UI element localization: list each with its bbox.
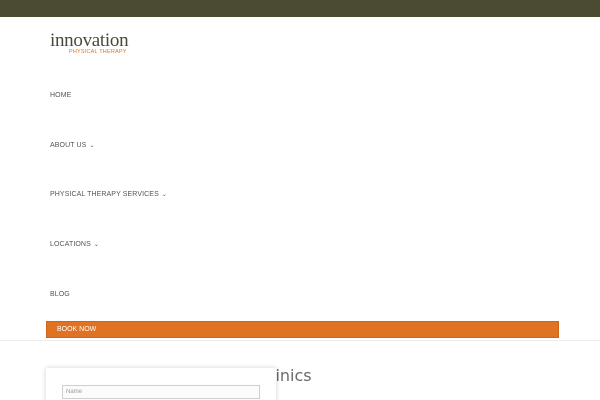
book-now-button[interactable]: BOOK NOW — [46, 321, 559, 338]
nav-item-locations[interactable]: LOCATIONS ⌄ — [50, 240, 99, 250]
nav-item-physical-therapy-services[interactable]: PHYSICAL THERAPY SERVICES ⌄ — [50, 190, 167, 200]
header-divider — [0, 340, 600, 341]
nav-item-home[interactable]: HOME — [50, 91, 71, 101]
name-field[interactable] — [62, 385, 260, 399]
page: innovation PHYSICAL THERAPY HOME ABOUT U… — [0, 0, 600, 400]
nav-item-label: LOCATIONS — [50, 241, 91, 248]
nav-item-label: HOME — [50, 92, 72, 99]
logo-wordmark: innovation — [50, 30, 129, 51]
chevron-down-icon: ⌄ — [161, 192, 167, 198]
nav-item-about-us[interactable]: ABOUT US ⌄ — [50, 141, 95, 151]
chevron-down-icon: ⌄ — [89, 143, 95, 149]
chevron-down-icon: ⌄ — [93, 242, 99, 248]
nav-item-label: PHYSICAL THERAPY SERVICES — [50, 191, 159, 198]
top-bar — [0, 0, 600, 17]
nav-item-label: BLOG — [50, 291, 70, 298]
logo-tagline: PHYSICAL THERAPY — [69, 49, 127, 55]
nav-item-label: ABOUT US — [50, 142, 87, 149]
section-heading: linics — [271, 366, 312, 385]
contact-form-card — [46, 368, 276, 400]
nav-item-blog[interactable]: BLOG — [50, 290, 70, 300]
site-logo[interactable]: innovation PHYSICAL THERAPY — [50, 31, 150, 57]
